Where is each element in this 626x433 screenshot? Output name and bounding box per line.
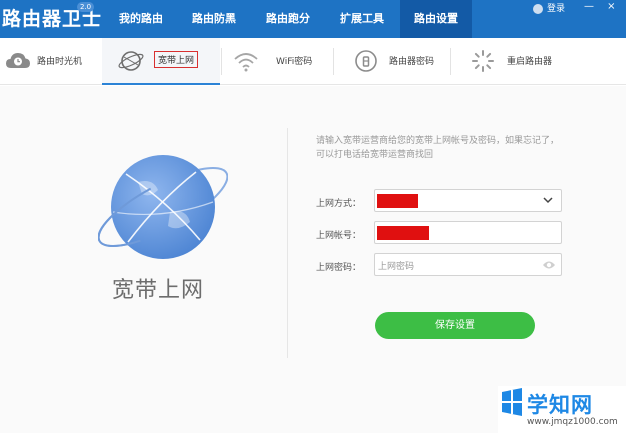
subtab-wifi-password[interactable]: WiFi密码 (222, 38, 332, 85)
panel-caption: 宽带上网 (112, 278, 205, 303)
instruction-line: 可以打电话给宽带运营商找回 (316, 150, 434, 160)
instruction-line: 请输入宽带运营商给您的宽带上网帐号及密码，如果忘记了， (316, 136, 560, 146)
router-lock-icon (355, 50, 377, 72)
password-placeholder: 上网密码 (378, 262, 415, 272)
subtab-time-machine[interactable]: 路由时光机 (0, 38, 100, 85)
save-settings-button[interactable]: 保存设置 (375, 312, 535, 339)
wifi-icon (234, 53, 258, 72)
globe-icon (118, 51, 144, 71)
globe-illustration-icon (98, 155, 228, 259)
instruction-text: 请输入宽带运营商给您的宽带上网帐号及密码，如果忘记了， 可以打电话给宽带运营商找… (316, 134, 606, 162)
subtab-restart-router[interactable]: 重启路由器 (451, 38, 571, 85)
windows-logo-icon (502, 388, 522, 416)
top-header: 路由器卫士 2.0 我的路由 路由防黑 路由跑分 扩展工具 路由设置 登录 — … (0, 0, 626, 38)
redacted-value (377, 194, 418, 208)
broadband-panel: 宽带上网 请输入宽带运营商给您的宽带上网帐号及密码，如果忘记了， 可以打电话给宽… (0, 86, 626, 433)
account-label: 上网帐号： (316, 231, 362, 241)
restart-spinner-icon (472, 50, 494, 72)
subtab-label: 重启路由器 (507, 57, 553, 67)
subtab-router-password[interactable]: 路由器密码 (334, 38, 449, 85)
divider (287, 128, 288, 358)
password-input[interactable]: 上网密码 (374, 253, 562, 276)
subtab-label: 宽带上网 (154, 51, 199, 68)
subtab-broadband[interactable]: 宽带上网 (102, 38, 220, 85)
watermark-title: 学知网 (527, 393, 593, 417)
password-label: 上网密码： (316, 263, 362, 273)
subtab-label: WiFi密码 (276, 57, 313, 67)
settings-subbar: 路由时光机 宽带上网 WiFi密码 路由器密码 重启路由器 (0, 38, 626, 85)
nav-tab-extensions[interactable]: 扩展工具 (326, 0, 398, 38)
cloud-clock-icon (6, 53, 30, 68)
nav-tab-anti-hack[interactable]: 路由防黑 (178, 0, 250, 38)
mode-label: 上网方式： (316, 199, 362, 209)
avatar (533, 4, 543, 14)
connection-mode-select[interactable] (374, 189, 562, 212)
version-badge: 2.0 (77, 2, 95, 12)
subtab-label: 路由器密码 (389, 57, 435, 67)
show-password-eye-icon[interactable] (542, 259, 556, 271)
subtab-label: 路由时光机 (37, 57, 83, 67)
watermark: 学知网 www.jmqz1000.com (498, 386, 626, 433)
nav-tab-speed-test[interactable]: 路由跑分 (252, 0, 324, 38)
nav-tab-router-settings[interactable]: 路由设置 (400, 0, 472, 38)
user-name[interactable]: 登录 (547, 1, 565, 14)
chevron-down-icon (543, 197, 553, 204)
nav-tab-my-router[interactable]: 我的路由 (105, 0, 177, 38)
account-input[interactable] (374, 221, 562, 244)
redacted-value (377, 226, 429, 240)
watermark-url: www.jmqz1000.com (527, 417, 618, 427)
window-controls[interactable]: — × (584, 1, 621, 12)
